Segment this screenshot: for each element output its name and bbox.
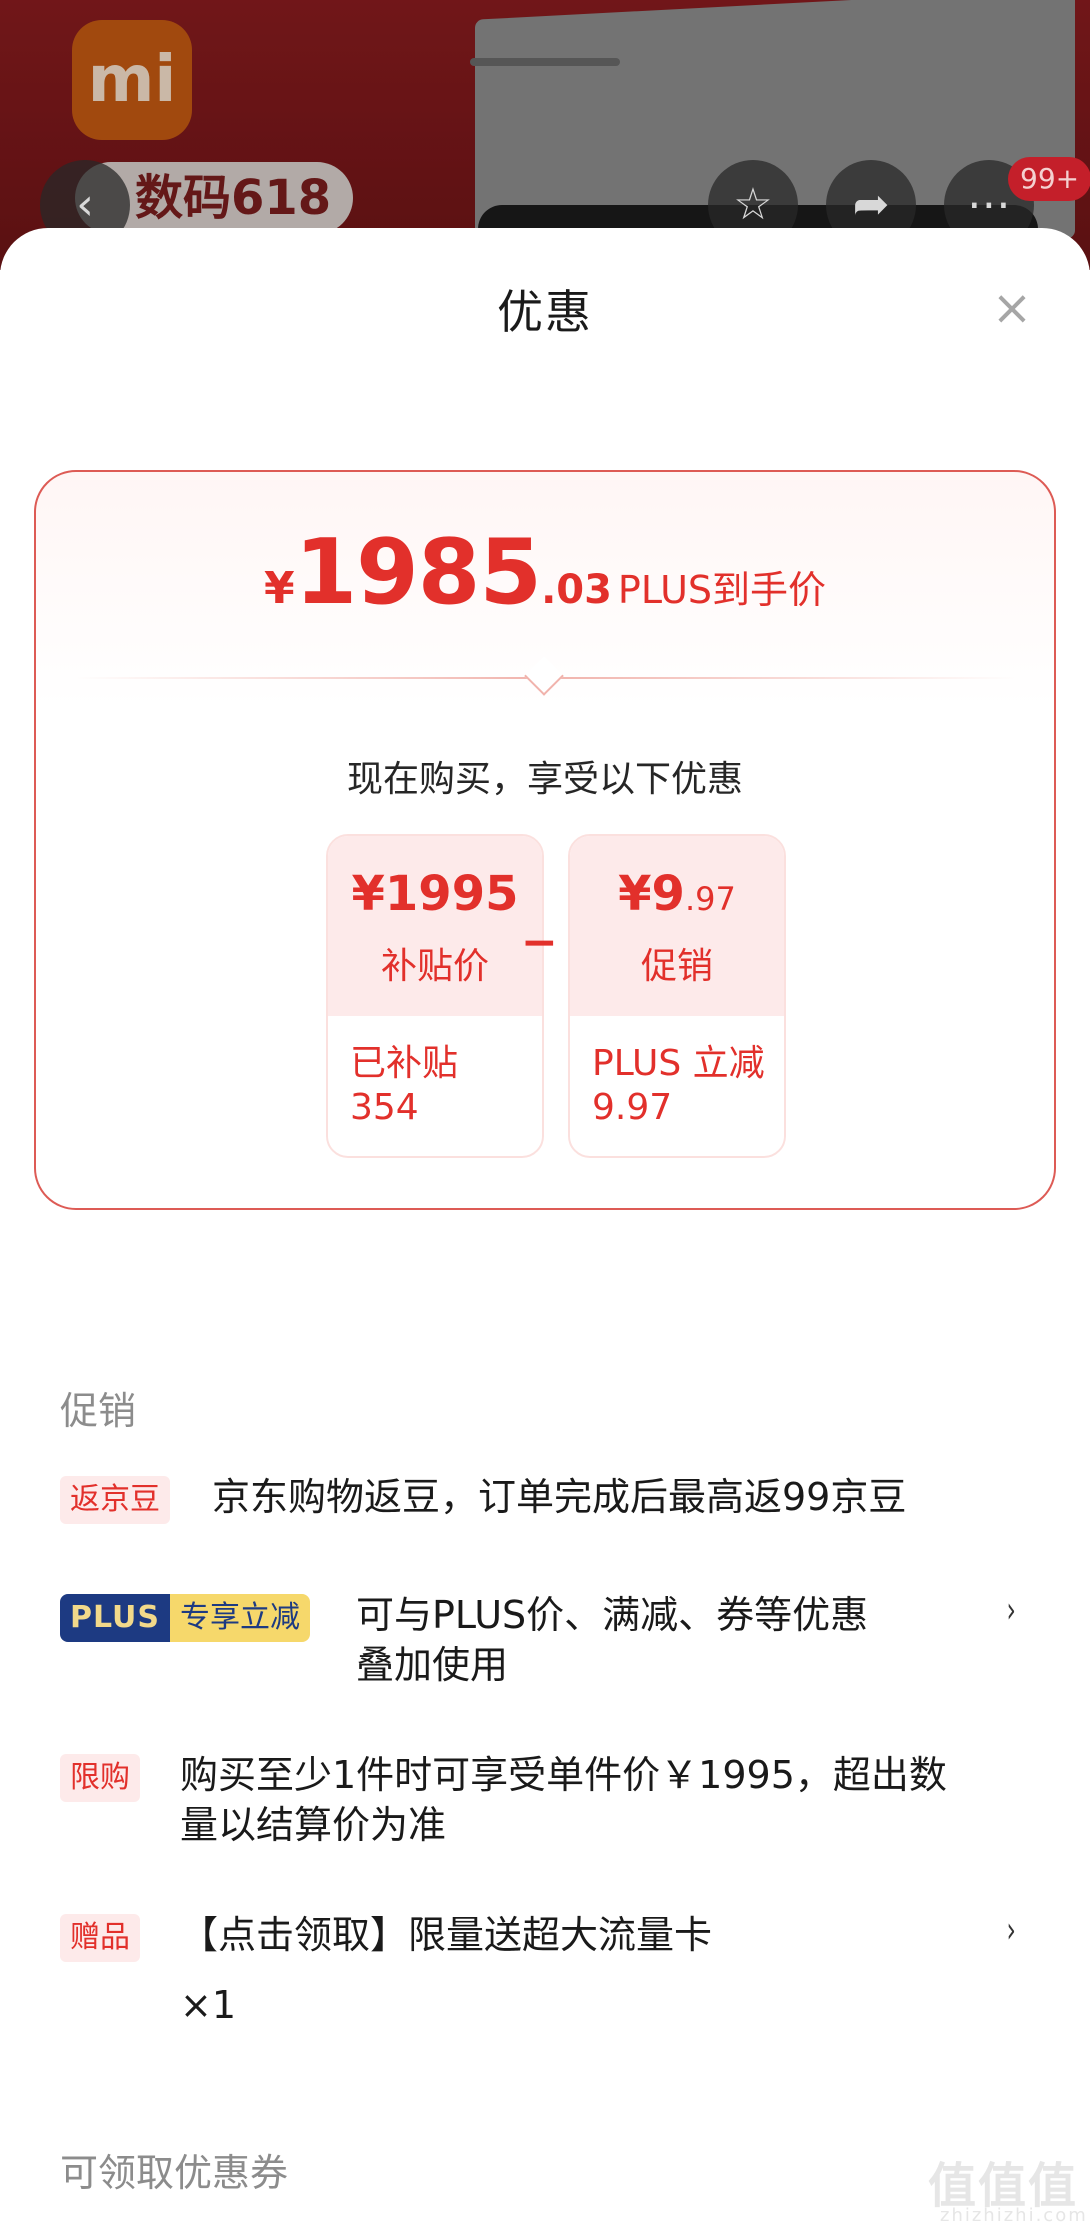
price-label: PLUS到手价 bbox=[617, 568, 827, 612]
promo-tag: 返京豆 bbox=[60, 1476, 170, 1524]
close-button[interactable]: × bbox=[990, 284, 1034, 332]
buy-now-caption: 现在购买，享受以下优惠 bbox=[346, 759, 743, 800]
currency-symbol: ¥ bbox=[263, 563, 295, 614]
plus-badge: PLUS bbox=[60, 1594, 171, 1642]
chip-amount: ¥9.97 bbox=[618, 866, 736, 922]
close-icon: × bbox=[991, 280, 1033, 336]
promo-tag: 赠品 bbox=[60, 1914, 140, 1962]
promo-row-plus[interactable]: PLUS 专享立减 可与PLUS价、满减、券等优惠 叠加使用 › bbox=[60, 1590, 1030, 1700]
chevron-right-icon: › bbox=[1006, 1590, 1016, 1631]
star-icon: ☆ bbox=[733, 179, 773, 230]
divider-pointer bbox=[524, 656, 564, 696]
plus-tag: PLUS 专享立减 bbox=[60, 1594, 311, 1642]
minus-operator: − bbox=[521, 917, 558, 968]
chip-name: 补贴价 bbox=[380, 946, 489, 987]
notification-badge: 99+ bbox=[1008, 157, 1090, 201]
promo-row-jingdou: 返京豆 京东购物返豆，订单完成后最高返99京豆 bbox=[60, 1472, 1030, 1532]
final-price: ¥1985.03 PLUS到手价 bbox=[36, 520, 1054, 625]
share-icon: ➦ bbox=[852, 179, 890, 230]
promotion-chip: ¥9.97 促销 PLUS 立减 9.97 bbox=[568, 834, 786, 1158]
price-integer: 1985 bbox=[294, 520, 542, 625]
plus-exclusive-label: 专享立减 bbox=[170, 1594, 311, 1642]
promo-row-gift[interactable]: 赠品 【点击领取】限量送超大流量卡 ×1 › bbox=[60, 1910, 1030, 2040]
price-decimal: .03 bbox=[541, 567, 612, 613]
chip-detail: 已补贴 354 bbox=[350, 1043, 459, 1128]
coupons-section-title: 可领取优惠券 bbox=[60, 2151, 289, 2195]
promo-text: 京东购物返豆，订单完成后最高返99京豆 bbox=[212, 1475, 907, 1519]
promo-text: 【点击领取】限量送超大流量卡 ×1 bbox=[180, 1913, 713, 2027]
promo-tag: 限购 bbox=[60, 1754, 140, 1802]
promo-row-limit: 限购 购买至少1件时可享受单件价￥1995，超出数 量以结算价为准 bbox=[60, 1750, 1030, 1860]
sheet-title: 优惠 bbox=[497, 285, 593, 339]
promotions-section-title: 促销 bbox=[60, 1389, 137, 1433]
chip-amount: ¥1995 bbox=[351, 866, 519, 922]
chip-header: ¥1995 补贴价 bbox=[328, 836, 542, 1016]
chip-header: ¥9.97 促销 bbox=[570, 836, 784, 1016]
chip-detail: PLUS 立减 9.97 bbox=[592, 1043, 765, 1128]
subsidy-price-chip: ¥1995 补贴价 已补贴 354 bbox=[326, 834, 544, 1158]
price-summary-card: ¥1985.03 PLUS到手价 现在购买，享受以下优惠 ¥1995 补贴价 已补… bbox=[34, 470, 1056, 1210]
chevron-right-icon: › bbox=[1006, 1910, 1016, 1951]
promo-text: 可与PLUS价、满减、券等优惠 叠加使用 bbox=[356, 1593, 869, 1687]
promo-text: 购买至少1件时可享受单件价￥1995，超出数 量以结算价为准 bbox=[180, 1753, 947, 1847]
watermark-url: zhizhizhi.com bbox=[940, 2205, 1088, 2226]
more-horizontal-icon: ⋯ bbox=[967, 179, 1011, 230]
chip-name: 促销 bbox=[640, 946, 713, 987]
discount-sheet: 优惠 × ¥1985.03 PLUS到手价 现在购买，享受以下优惠 ¥1995 补… bbox=[0, 228, 1090, 2231]
chevron-left-icon: ‹ bbox=[76, 179, 94, 230]
